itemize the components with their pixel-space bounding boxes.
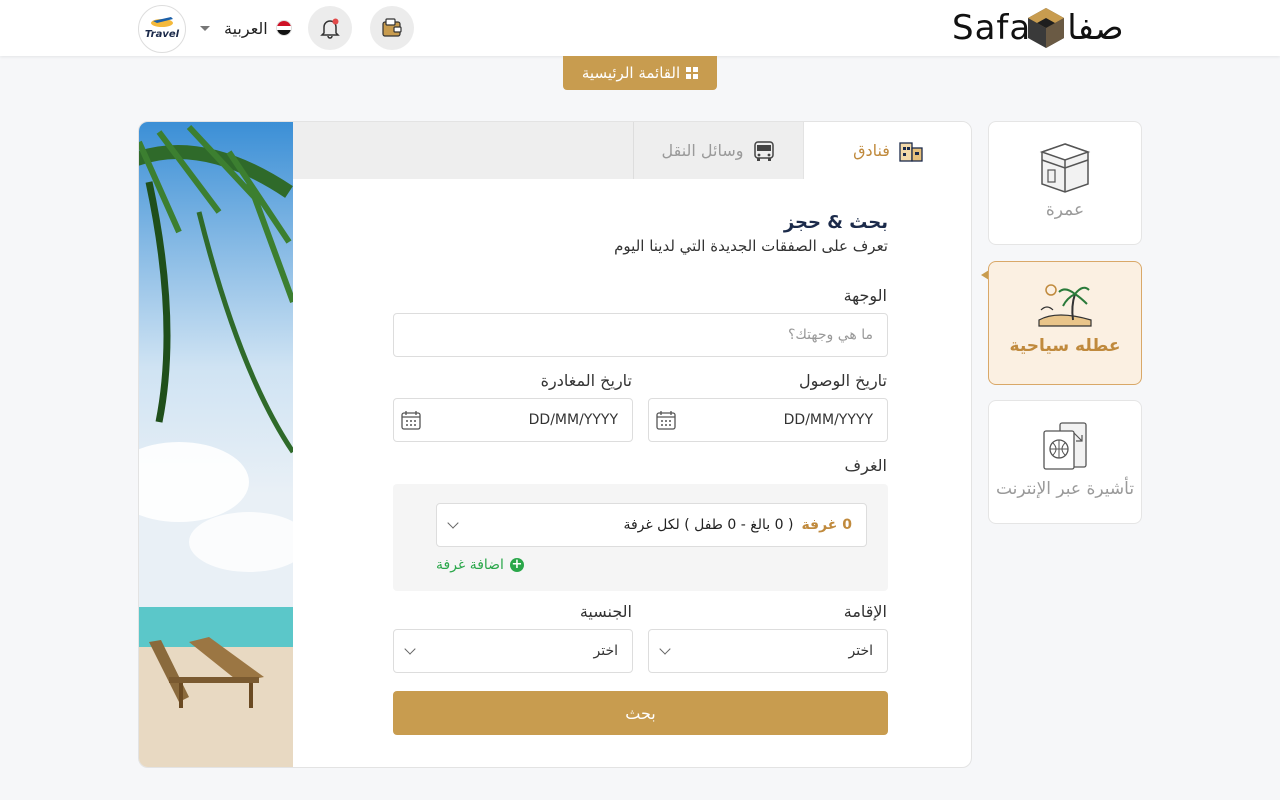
chevron-down-icon [404, 643, 416, 655]
logo-latin-text: Safa [952, 8, 1032, 48]
grid-icon [686, 67, 699, 79]
nationality-value: اختر [593, 643, 619, 659]
travel-logo-text: Travel [144, 28, 180, 40]
room-count: 0 غرفة [801, 517, 852, 533]
service-tabs: فنادق وسائل النقل [293, 122, 971, 179]
room-occupancy-select[interactable]: 0 غرفة ( 0 بالغ - 0 طفل ) لكل غرفة [436, 503, 867, 547]
nationality-select[interactable]: اختر [393, 629, 633, 673]
travel-agency-logo: Travel [138, 5, 186, 53]
rooms-label: الغرف [844, 456, 887, 475]
sidebar-item-umrah[interactable]: عمرة [988, 121, 1142, 245]
palm-beach-icon [1038, 284, 1092, 327]
residence-select[interactable]: اختر [648, 629, 888, 673]
arrival-date-value: DD/MM/YYYY [783, 412, 873, 428]
egypt-flag-icon [275, 20, 292, 36]
search-button[interactable]: بحث [393, 691, 888, 735]
sidebar-item-label: تأشيرة عبر الإنترنت [995, 479, 1135, 499]
search-form-header: بحث & حجز تعرف على الصفقات الجديدة التي … [393, 212, 888, 255]
wallet-icon [382, 18, 402, 37]
beach-image [139, 122, 293, 767]
form-title: بحث & حجز [783, 212, 888, 233]
search-panel: فنادق وسائل النقل بحث & حجز تعرف على الص… [138, 121, 972, 768]
language-label: العربية [224, 18, 268, 38]
nationality-label: الجنسية [579, 602, 632, 621]
add-room-label: اضافة غرفة [436, 557, 504, 573]
hotel-icon [899, 141, 923, 162]
kaaba-icon [1039, 143, 1091, 193]
calendar-icon [656, 411, 676, 430]
sidebar-item-label: عطله سياحية [1009, 336, 1121, 356]
destination-input[interactable]: ما هي وجهتك؟ [393, 313, 888, 357]
departure-date-value: DD/MM/YYYY [528, 412, 618, 428]
sidebar-item-label: عمرة [1045, 200, 1085, 220]
rooms-section: 0 غرفة ( 0 بالغ - 0 طفل ) لكل غرفة + اضا… [393, 484, 888, 591]
departure-date-label: تاريخ المغادرة [540, 371, 632, 390]
form-subtitle: تعرف على الصفقات الجديدة التي لدينا اليو… [614, 237, 888, 255]
chevron-down-icon [659, 643, 671, 655]
chevron-down-icon [447, 517, 459, 529]
bus-icon [753, 140, 774, 161]
bell-icon [320, 18, 340, 39]
passport-visa-icon [1043, 422, 1087, 470]
plus-circle-icon: + [509, 557, 524, 572]
top-bar: Safa صفا العربية Travel [0, 0, 1280, 56]
airplane-icon [151, 17, 173, 27]
safa-logo[interactable]: Safa صفا [952, 4, 1144, 52]
destination-label: الوجهة [843, 286, 887, 305]
add-room-button[interactable]: + اضافة غرفة [436, 557, 524, 573]
room-occupancy-detail: ( 0 بالغ - 0 طفل ) لكل غرفة [623, 517, 794, 533]
logo-arabic-text: صفا [1067, 8, 1124, 48]
sidebar-item-evisa[interactable]: تأشيرة عبر الإنترنت [988, 400, 1142, 524]
main-menu-button[interactable]: القائمة الرئيسية [563, 56, 717, 90]
departure-date-input[interactable]: DD/MM/YYYY [393, 398, 633, 442]
wallet-button[interactable] [370, 6, 414, 50]
tab-label: فنادق [853, 141, 890, 160]
main-menu-label: القائمة الرئيسية [581, 64, 681, 82]
notifications-button[interactable] [308, 6, 352, 50]
language-selector[interactable]: العربية [200, 16, 292, 40]
tab-label: وسائل النقل [661, 141, 744, 160]
dropdown-caret-icon [200, 25, 210, 31]
residence-label: الإقامة [843, 602, 887, 621]
arrival-date-label: تاريخ الوصول [799, 371, 887, 390]
tab-transport[interactable]: وسائل النقل [633, 122, 803, 179]
cube-logo-icon [1028, 8, 1064, 48]
tab-hotels[interactable]: فنادق [803, 122, 971, 179]
sidebar-item-vacation[interactable]: عطله سياحية [988, 261, 1142, 385]
residence-value: اختر [848, 643, 874, 659]
calendar-icon [401, 411, 421, 430]
arrival-date-input[interactable]: DD/MM/YYYY [648, 398, 888, 442]
